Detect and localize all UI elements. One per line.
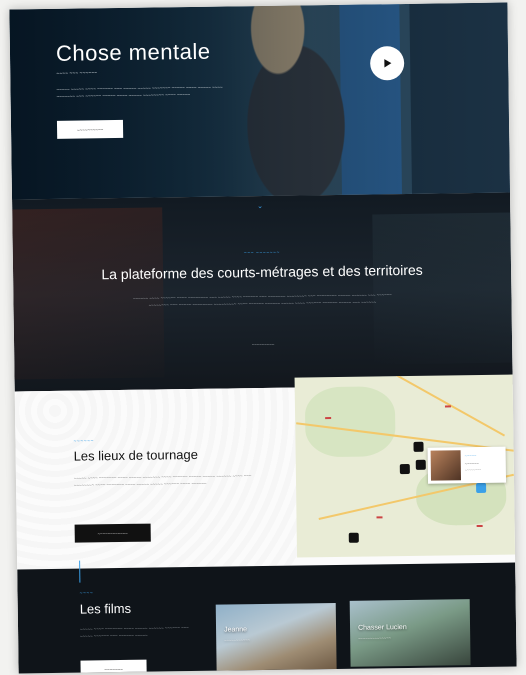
chevron-down-icon: ⌄: [257, 202, 264, 211]
locations-cta-button[interactable]: ~~~~~~~~~~~~: [74, 523, 151, 543]
film-card-meta: ~~~~~~~~~~~~~~: [358, 635, 391, 641]
locations-kicker: ~~~~~~: [73, 438, 94, 445]
films-text: ~~~~~ ~~~~ ~~~~~~~ ~~~~ ~~~~~ ~~~~~~ ~~~…: [80, 625, 189, 639]
film-card[interactable]: Chasser Lucien ~~~~~~~~~~~~~~: [349, 599, 471, 667]
hero-description: ~~~~~ ~~~~~ ~~~~ ~~~~~~ ~~~ ~~~~~ ~~~~~ …: [56, 84, 223, 99]
map-popup-card[interactable]: ~~~~~ ~~~~~~ ~~~~~~~~: [427, 446, 507, 484]
locations-map[interactable]: ~~~~~ ~~~~~~ ~~~~~~~~: [294, 374, 517, 558]
platform-section: ⌄ ~~~ ~~~~~~~ La plateforme des courts-m…: [12, 192, 513, 392]
films-section: ~~~~ Les films ~~~~~ ~~~~ ~~~~~~~ ~~~~ ~…: [17, 560, 517, 674]
map-marker-icon[interactable]: [413, 441, 424, 452]
platform-text: ~~~~~~ ~~~~ ~~~~~~ ~~~~ ~~~~~~~~ ~~~ ~~~…: [133, 292, 392, 308]
hero-title: Chose mentale: [55, 38, 211, 66]
map-popup-title: ~~~~~~: [464, 460, 479, 467]
map-marker-icon[interactable]: [415, 459, 426, 470]
hero-section: Chose mentale ~~~~ ~~~ ~~~~~~ ~~~~~ ~~~~…: [9, 2, 510, 200]
page-screenshot: Chose mentale ~~~~ ~~~ ~~~~~~ ~~~~~ ~~~~…: [9, 2, 517, 674]
films-kicker: ~~~~: [79, 590, 94, 597]
film-card[interactable]: Jeanne ~~~~~~~~~~~: [215, 603, 337, 671]
film-card-title: Jeanne: [224, 626, 248, 634]
locations-title: Les lieux de tournage: [73, 446, 199, 464]
films-title: Les films: [79, 600, 132, 617]
film-card-meta: ~~~~~~~~~~~: [224, 637, 250, 643]
map-popup-kicker: ~~~~~: [464, 453, 477, 459]
play-icon: [384, 59, 392, 68]
map-marker-icon[interactable]: [348, 532, 359, 543]
hero-cta-button[interactable]: ~~~~~~~~~~: [56, 119, 124, 139]
film-card-title: Chasser Lucien: [358, 624, 407, 632]
locations-text: ~~~~~ ~~~~ ~~~~~~~ ~~~~ ~~~~~ ~~~~~~~ ~~…: [73, 473, 252, 488]
hero-subtitle: ~~~~ ~~~ ~~~~~~: [56, 70, 98, 77]
map-popup-thumbnail: [430, 450, 462, 481]
locations-section: ~~~~~~ Les lieux de tournage ~~~~~ ~~~~ …: [14, 374, 517, 570]
map-marker-icon[interactable]: [399, 463, 410, 475]
map-popup-meta: ~~~~~~~~: [464, 467, 482, 473]
films-cta-button[interactable]: ~~~~~~~: [80, 659, 147, 674]
map-marker-selected-icon[interactable]: [476, 482, 487, 494]
